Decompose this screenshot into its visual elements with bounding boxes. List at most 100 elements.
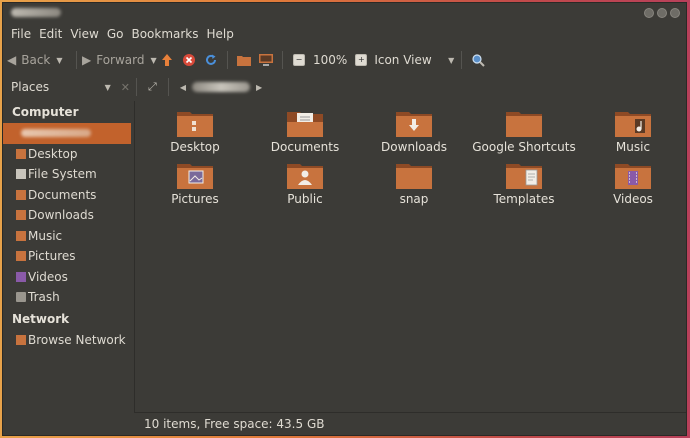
view-mode-select[interactable]: Icon View ▼ bbox=[374, 53, 456, 67]
chevron-down-icon[interactable]: ▼ bbox=[151, 56, 157, 65]
folder-google-shortcuts[interactable]: Google Shortcuts bbox=[469, 109, 579, 154]
sidebar-header-computer: Computer bbox=[12, 105, 79, 119]
folder-pictures[interactable]: Pictures bbox=[140, 161, 250, 206]
maximize-button[interactable] bbox=[657, 8, 667, 18]
sidebar-item-label: Pictures bbox=[28, 249, 76, 264]
folder-label: Google Shortcuts bbox=[472, 140, 576, 154]
search-icon[interactable] bbox=[470, 52, 486, 68]
reload-icon[interactable] bbox=[203, 52, 219, 68]
menu-file[interactable]: File bbox=[7, 27, 35, 41]
chevron-down-icon: ▼ bbox=[104, 82, 111, 92]
toggle-location-icon[interactable]: ⤢ bbox=[148, 80, 157, 94]
folder-label: Downloads bbox=[381, 140, 447, 154]
folder-icon bbox=[177, 112, 213, 137]
zoom-in-button[interactable]: + bbox=[353, 52, 369, 68]
desktop-icon bbox=[16, 148, 26, 159]
folder-music[interactable]: Music bbox=[578, 109, 686, 154]
sidebar-item-videos[interactable]: Videos bbox=[3, 267, 133, 288]
back-button[interactable]: ◀ Back ▼ bbox=[7, 53, 71, 67]
folder-icon bbox=[615, 112, 651, 137]
chevron-down-icon: ▼ bbox=[448, 55, 455, 65]
sidebar-item-music[interactable]: Music bbox=[3, 226, 133, 247]
back-arrow-icon: ◀ bbox=[7, 53, 17, 67]
folder-label: Public bbox=[287, 192, 323, 206]
menu-view[interactable]: View bbox=[66, 27, 102, 41]
sidebar-item-downloads[interactable]: Downloads bbox=[3, 205, 133, 226]
network-icon bbox=[16, 334, 26, 345]
up-arrow-icon[interactable] bbox=[159, 52, 175, 68]
folder-templates[interactable]: Templates bbox=[469, 161, 579, 206]
sidebar-item-pictures[interactable]: Pictures bbox=[3, 246, 133, 267]
sidebar-item-desktop[interactable]: Desktop bbox=[3, 144, 133, 165]
computer-icon[interactable] bbox=[258, 52, 274, 68]
close-sidebar-icon[interactable]: ✕ bbox=[121, 81, 130, 94]
sidebar-item-label: Trash bbox=[28, 290, 60, 305]
sidebar-item-documents[interactable]: Documents bbox=[3, 185, 133, 206]
file-view: Desktop Documents Downloads Google Short… bbox=[134, 101, 686, 413]
toolbar-divider bbox=[461, 51, 463, 69]
menu-help[interactable]: Help bbox=[203, 27, 238, 41]
folder-label: Pictures bbox=[171, 192, 219, 206]
music-icon bbox=[16, 230, 26, 241]
folder-label: Desktop bbox=[170, 140, 220, 154]
close-button[interactable] bbox=[670, 8, 680, 18]
toolbar-divider bbox=[136, 78, 137, 96]
sidebar-item-home[interactable] bbox=[3, 123, 131, 144]
videos-icon bbox=[16, 271, 26, 282]
documents-icon bbox=[16, 189, 26, 200]
folder-icon bbox=[287, 112, 323, 137]
forward-button[interactable]: ▶ Forward ▼ bbox=[82, 53, 157, 67]
chevron-down-icon[interactable]: ▼ bbox=[56, 56, 62, 65]
folder-snap[interactable]: snap bbox=[359, 161, 469, 206]
sidebar-item-label: Videos bbox=[28, 269, 68, 284]
folder-icon bbox=[177, 164, 213, 189]
path-button-redacted[interactable] bbox=[191, 82, 250, 92]
menu-go[interactable]: Go bbox=[103, 27, 128, 41]
location-bar: Places ▼ ✕ ⤢ ◀ ▶ bbox=[3, 75, 686, 99]
folder-icon bbox=[287, 164, 323, 189]
folder-documents[interactable]: Documents bbox=[250, 109, 360, 154]
sidebar-item-trash[interactable]: Trash bbox=[3, 287, 133, 308]
pictures-icon bbox=[16, 251, 26, 262]
sidebar-item-label: File System bbox=[28, 167, 97, 182]
back-label: Back bbox=[21, 53, 51, 67]
drive-icon bbox=[16, 169, 26, 180]
toolbar-divider bbox=[167, 78, 169, 96]
folder-label: Documents bbox=[270, 140, 340, 154]
forward-arrow-icon: ▶ bbox=[82, 53, 92, 67]
home-folder-icon[interactable] bbox=[236, 52, 252, 68]
menu-bookmarks[interactable]: Bookmarks bbox=[127, 27, 202, 41]
folder-icon bbox=[506, 112, 542, 137]
sidebar-item-label: Music bbox=[28, 228, 63, 243]
sidebar-item-label: Desktop bbox=[28, 146, 78, 161]
folder-label: Music bbox=[615, 140, 651, 154]
menu-edit[interactable]: Edit bbox=[35, 27, 66, 41]
folder-downloads[interactable]: Downloads bbox=[359, 109, 469, 154]
stop-icon[interactable] bbox=[181, 52, 197, 68]
sidebar-item-browse-network[interactable]: Browse Network bbox=[3, 330, 133, 351]
zoom-out-button[interactable]: − bbox=[291, 52, 307, 68]
trash-icon bbox=[16, 292, 26, 303]
minus-icon: − bbox=[293, 54, 305, 66]
home-label-redacted bbox=[21, 129, 91, 138]
folder-icon bbox=[396, 112, 432, 137]
view-mode-label: Icon View bbox=[374, 53, 432, 67]
folder-public[interactable]: Public bbox=[250, 161, 360, 206]
folder-icon bbox=[396, 164, 432, 189]
path-left-arrow-icon[interactable]: ◀ bbox=[180, 83, 186, 92]
path-right-arrow-icon[interactable]: ▶ bbox=[256, 83, 262, 92]
zoom-level: 100% bbox=[313, 53, 348, 67]
sidebar-item-label: Documents bbox=[28, 187, 97, 202]
minimize-button[interactable] bbox=[644, 8, 654, 18]
sidebar-item-file-system[interactable]: File System bbox=[3, 164, 133, 185]
toolbar-divider bbox=[282, 51, 283, 69]
folder-desktop[interactable]: Desktop bbox=[140, 109, 250, 154]
sidebar: Computer Desktop File System Documents D… bbox=[3, 101, 133, 435]
menu-bar: File Edit View Go Bookmarks Help bbox=[3, 23, 686, 45]
folder-label: Templates bbox=[493, 192, 555, 206]
places-selector[interactable]: Places ▼ ✕ bbox=[3, 80, 130, 94]
folder-label: snap bbox=[399, 192, 429, 206]
folder-icon bbox=[506, 164, 542, 189]
folder-videos[interactable]: Videos bbox=[578, 161, 686, 206]
toolbar-divider bbox=[76, 51, 77, 69]
